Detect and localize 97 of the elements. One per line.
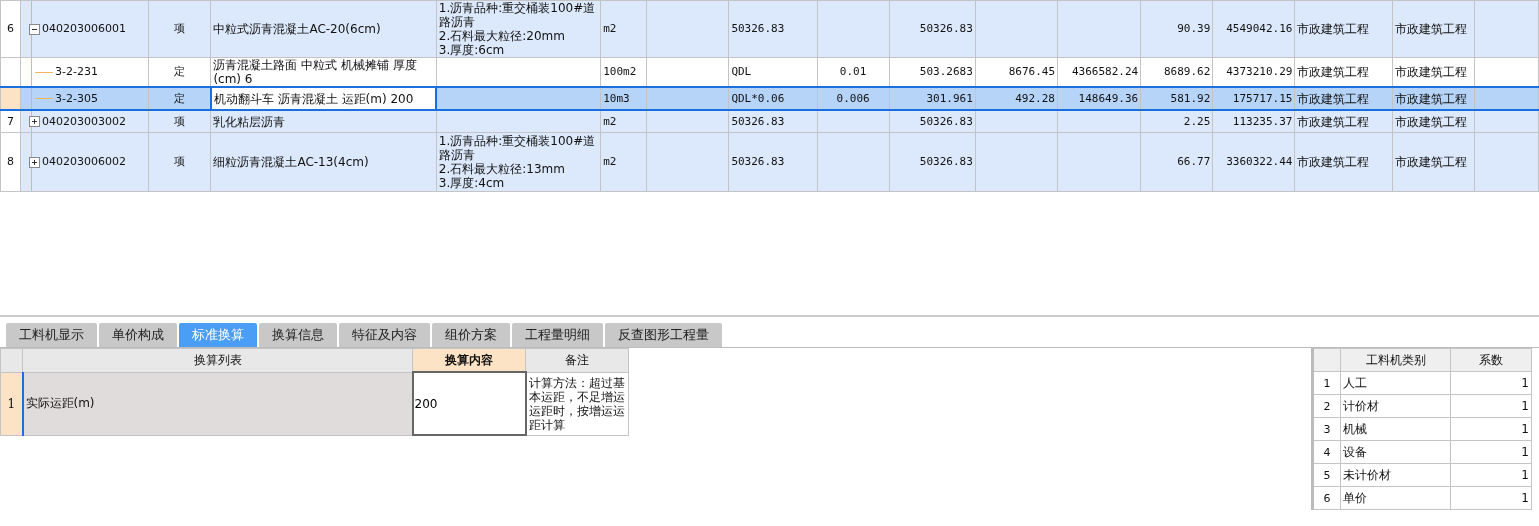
table-cell: 50326.83 [919,114,973,128]
item-name: 乳化粘层沥青 [213,114,286,129]
item-name: 机动翻斗车 沥青混凝土 运距(m) 200 [213,91,414,106]
table-cell: 4373210.29 [1226,65,1293,78]
table-cell: 市政建筑工程 [1297,22,1370,36]
table-cell: 1 [1521,399,1529,413]
table-cell: 301.961 [926,91,973,105]
table-cell: 3360322.44 [1226,155,1293,168]
table-cell: 市政建筑工程 [1394,65,1467,79]
table-cell: 实际运距(m) [25,396,95,410]
table-cell: 1.沥青品种:重交桶装100#道路沥青 2.石料最大粒径:13mm 3.厚度:4cm [438,134,596,190]
table-cell: 4366582.24 [1071,65,1139,78]
table-cell: 项 [174,114,186,128]
row-number: 3 [1323,422,1331,436]
table-cell: 计价材 [1343,398,1379,413]
tab[interactable]: 单价构成 [99,323,177,347]
table-cell: m2 [603,114,617,128]
table-cell: 50326.83 [919,22,973,35]
table-cell: 设备 [1343,444,1367,459]
table-cell: 90.39 [1177,22,1211,35]
tab[interactable]: 组价方案 [432,323,510,347]
table-cell: 8676.45 [1008,65,1055,78]
row-number: 8 [7,155,14,168]
tab[interactable]: 工料机显示 [6,323,97,347]
expand-toggle-icon[interactable] [29,116,41,127]
table-cell: 50326.83 [731,155,785,168]
table-cell: QDL [731,65,752,78]
table-cell: 50326.83 [731,114,785,128]
table-cell: 计算方法：超过基本运距，不足增运运距时，按增运运距计算 [528,375,625,432]
table-cell: 100m2 [603,65,637,78]
table-cell: 175717.15 [1232,91,1293,105]
column-header: 换算列表 [193,352,242,367]
table-cell: 市政建筑工程 [1394,155,1467,169]
tab[interactable]: 换算信息 [259,323,337,347]
row-number: 7 [7,114,14,128]
row-number: 4 [1323,445,1331,459]
item-code: 040203006002 [42,155,126,169]
column-header: 工料机类别 [1365,352,1426,367]
table-cell: 项 [174,22,186,35]
item-code: 3-2-231 [55,65,98,79]
expand-toggle-icon[interactable] [29,156,41,168]
table-cell: 市政建筑工程 [1297,91,1370,106]
table-cell: 2.25 [1183,114,1211,128]
table-cell: 市政建筑工程 [1297,114,1370,129]
column-header: 系数 [1479,352,1503,367]
row-number: 1 [7,396,16,411]
table-cell: 市政建筑工程 [1394,114,1467,129]
table-cell: 单价 [1343,490,1367,505]
item-name: 沥青混凝土路面 中粒式 机械摊铺 厚度(cm) 6 [213,58,417,86]
item-code: 040203003002 [42,114,126,129]
table-cell: 市政建筑工程 [1297,65,1370,79]
table-cell: 市政建筑工程 [1297,155,1370,169]
table-cell: 定 [174,65,186,78]
row-number: 5 [1323,468,1331,482]
table-cell: 市政建筑工程 [1394,91,1467,106]
table-cell: 人工 [1343,375,1367,390]
item-code: 3-2-305 [55,91,98,106]
item-code: 040203006001 [42,22,126,36]
table-cell: 1.沥青品种:重交桶装100#道路沥青 2.石料最大粒径:20mm 3.厚度:6cm [438,1,596,57]
item-name: 中粒式沥青混凝土AC-20(6cm) [213,22,381,36]
table-cell: QDL*0.06 [731,91,785,105]
table-cell: m2 [603,22,617,35]
table-cell: 503.2683 [919,65,973,78]
table-cell: 66.77 [1177,155,1211,168]
table-cell: 492.28 [1015,91,1055,105]
table-cell: 项 [174,155,186,168]
column-header: 换算内容 [445,352,493,367]
table-cell: 0.006 [836,91,870,105]
table-cell: 148649.36 [1078,91,1139,105]
table-cell: 定 [174,91,186,105]
table-cell: 机械 [1343,421,1367,436]
table-cell: 未计价材 [1343,467,1391,482]
table-cell: 4549042.16 [1226,22,1293,35]
row-number: 6 [7,22,14,35]
expand-toggle-icon[interactable] [29,23,41,35]
table-cell: 1 [1521,376,1529,390]
table-cell: 1 [1521,445,1529,459]
table-cell: 1 [1521,422,1529,436]
table-cell: 50326.83 [919,155,973,168]
table-cell: 581.92 [1170,91,1211,105]
table-cell: 50326.83 [731,22,785,35]
item-name: 细粒沥青混凝土AC-13(4cm) [213,155,369,169]
table-cell: 113235.37 [1232,114,1293,128]
table-cell: 8689.62 [1163,65,1211,78]
table-cell: 1 [1521,468,1529,482]
table-cell: 10m3 [603,91,630,105]
tab[interactable]: 特征及内容 [339,323,430,347]
table-cell: 0.01 [839,65,867,78]
row-number: 6 [1323,491,1331,505]
column-header: 备注 [565,352,589,367]
table-cell: 市政建筑工程 [1394,22,1467,36]
table-cell: m2 [603,155,617,168]
row-number: 2 [1323,399,1331,413]
table-cell: 1 [1521,491,1529,505]
tab[interactable]: 工程量明细 [512,323,603,347]
row-number: 1 [1323,376,1331,390]
tab[interactable]: 反查图形工程量 [605,323,722,347]
